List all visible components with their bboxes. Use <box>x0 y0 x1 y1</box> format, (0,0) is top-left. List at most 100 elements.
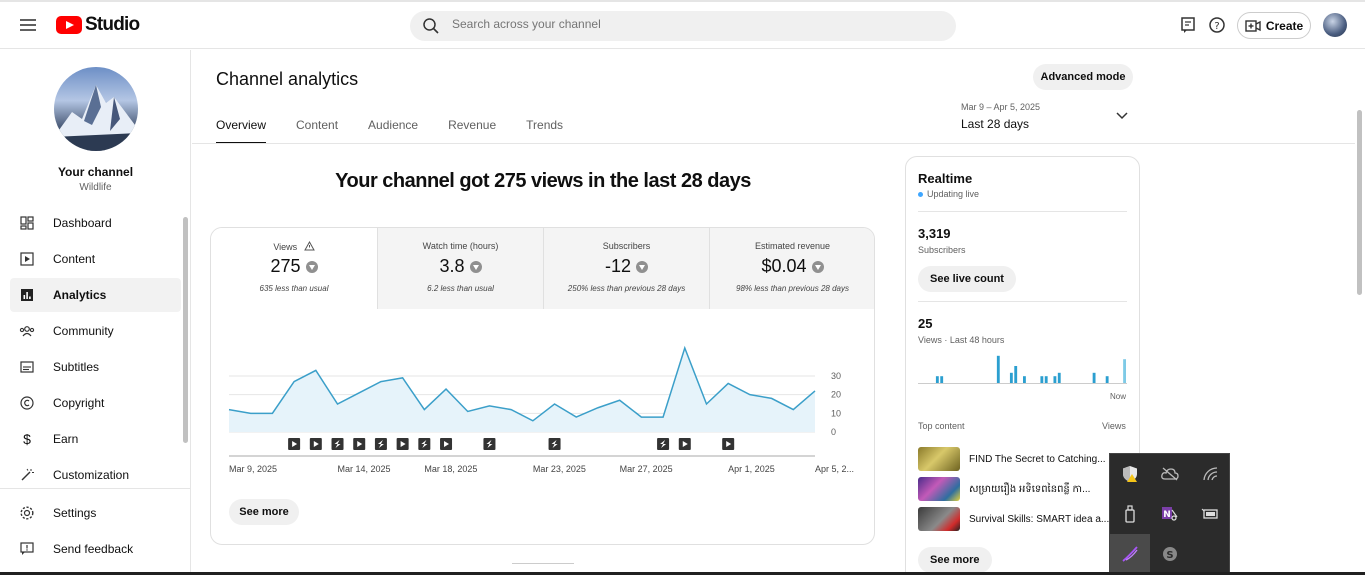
short-upload-marker[interactable] <box>418 438 431 450</box>
y-tick-label: 0 <box>831 427 836 437</box>
warning-icon <box>303 240 315 251</box>
views-chart[interactable]: 0 10 20 30 Mar 9, 2025 Mar 14, 2025 Mar 18, 20… <box>211 328 875 478</box>
x-tick-label: Mar 9, 2025 <box>229 464 277 474</box>
metric-estimated-revenue[interactable]: Estimated revenue $0.04 98% less than pr… <box>709 228 874 309</box>
tray-item-onenote[interactable]: N <box>1150 494 1190 534</box>
tray-item-cloud[interactable] <box>1150 454 1190 494</box>
sidebar-item-analytics[interactable]: Analytics <box>10 278 181 312</box>
tray-item-battery[interactable] <box>1190 494 1230 534</box>
analytics-icon <box>19 287 35 303</box>
search-icon <box>423 18 439 34</box>
realtime-views-chart[interactable] <box>918 353 1127 385</box>
video-upload-marker[interactable] <box>309 438 322 450</box>
sidebar-item-copyright[interactable]: Copyright <box>10 386 181 420</box>
sidebar-item-community[interactable]: Community <box>10 314 181 348</box>
realtime-divider <box>918 301 1127 302</box>
video-upload-marker[interactable] <box>440 438 453 450</box>
video-upload-marker[interactable] <box>396 438 409 450</box>
metric-value: -12 <box>604 256 631 276</box>
svg-text:N: N <box>1163 510 1171 520</box>
x-tick-label: Mar 18, 2025 <box>424 464 477 474</box>
sidebar-item-settings[interactable]: Settings <box>10 496 181 530</box>
tab-audience[interactable]: Audience <box>368 118 418 144</box>
top-content-item[interactable]: សម្រាយរឿង អទិទេពនៃពន្លឺ កា... <box>918 477 1127 501</box>
chevron-down-icon[interactable] <box>1116 112 1128 120</box>
date-range-text[interactable]: Mar 9 – Apr 5, 2025 <box>961 102 1040 112</box>
see-more-button[interactable]: See more <box>229 499 299 525</box>
battery-icon <box>1201 508 1218 519</box>
sidebar-item-label: Subtitles <box>53 360 100 374</box>
feather-pen-icon <box>1122 546 1138 562</box>
video-thumbnail <box>918 447 960 471</box>
realtime-bar <box>1040 376 1044 383</box>
realtime-title: Realtime <box>918 171 973 186</box>
tray-item-skype[interactable]: S <box>1150 534 1190 574</box>
metric-note: 250% less than previous 28 days <box>567 284 686 293</box>
video-upload-marker[interactable] <box>353 438 366 450</box>
realtime-divider <box>918 211 1127 212</box>
y-tick-label: 20 <box>831 390 841 400</box>
youtube-logo-icon <box>56 16 82 34</box>
svg-text:S: S <box>1166 550 1173 561</box>
realtime-bar <box>1057 372 1061 383</box>
channel-name[interactable]: Your channel <box>0 165 191 179</box>
account-avatar[interactable] <box>1323 13 1347 37</box>
video-upload-marker[interactable] <box>288 438 301 450</box>
help-icon[interactable]: ? <box>1208 16 1226 34</box>
sidebar-item-earn[interactable]: $ Earn <box>10 422 181 456</box>
metric-label: Watch time (hours) <box>422 241 499 251</box>
metric-label: Views <box>273 242 298 252</box>
x-tick-label: Mar 14, 2025 <box>338 464 391 474</box>
search-bar[interactable] <box>410 11 956 41</box>
short-upload-marker[interactable] <box>657 438 670 450</box>
video-thumbnail <box>918 507 960 531</box>
short-upload-marker[interactable] <box>331 438 344 450</box>
chart-area-fill <box>229 348 815 432</box>
copyright-icon <box>19 395 35 411</box>
top-content-item[interactable]: Survival Skills: SMART idea a... <box>918 507 1127 531</box>
sidebar-item-customization[interactable]: Customization <box>10 458 181 492</box>
realtime-views-value: 25 <box>918 316 933 331</box>
metric-watch-time[interactable]: Watch time (hours) 3.8 6.2 less than usu… <box>377 228 543 309</box>
tab-content[interactable]: Content <box>296 118 338 144</box>
sidebar-scrollbar[interactable] <box>183 217 188 443</box>
tab-trends[interactable]: Trends <box>526 118 563 144</box>
tab-overview[interactable]: Overview <box>216 118 267 144</box>
tray-item-feather[interactable] <box>1110 534 1150 574</box>
sidebar-item-label: Settings <box>53 506 97 520</box>
studio-logo[interactable]: Studio <box>56 14 140 36</box>
tray-item-security[interactable] <box>1110 454 1150 494</box>
metric-subscribers[interactable]: Subscribers -12 250% less than previous … <box>543 228 709 309</box>
sidebar-item-send-feedback[interactable]: Send feedback <box>10 532 181 566</box>
date-period-label[interactable]: Last 28 days <box>961 117 1029 131</box>
sidebar-item-label: Content <box>53 252 96 266</box>
realtime-subscribers-label: Subscribers <box>918 245 966 255</box>
tray-item-usb[interactable] <box>1110 494 1150 534</box>
menu-icon[interactable] <box>20 19 36 31</box>
realtime-card: Realtime Updating live 3,319 Subscribers… <box>905 156 1140 575</box>
search-input[interactable] <box>452 17 932 31</box>
analytics-tabs: Overview Content Audience Revenue Trends <box>216 118 593 144</box>
video-upload-marker[interactable] <box>722 438 735 450</box>
video-upload-marker[interactable] <box>678 438 691 450</box>
advanced-mode-button[interactable]: Advanced mode <box>1033 64 1133 90</box>
sidebar-item-dashboard[interactable]: Dashboard <box>10 206 181 240</box>
tray-item-wifi[interactable] <box>1190 454 1230 494</box>
top-content-item[interactable]: FIND The Secret to Catching... <box>918 447 1127 471</box>
channel-avatar[interactable] <box>54 67 138 151</box>
short-upload-marker[interactable] <box>374 438 387 450</box>
see-live-count-button[interactable]: See live count <box>918 266 1016 292</box>
sidebar: Your channel Wildlife Dashboard Content … <box>0 50 191 575</box>
top-header: Studio ? Create <box>0 2 1365 49</box>
sidebar-item-subtitles[interactable]: Subtitles <box>10 350 181 384</box>
realtime-see-more-button[interactable]: See more <box>918 547 992 573</box>
create-button[interactable]: Create <box>1237 12 1311 39</box>
metric-views[interactable]: Views 275 635 less than usual <box>211 228 377 309</box>
short-upload-marker[interactable] <box>548 438 561 450</box>
page-scrollbar[interactable] <box>1357 110 1362 295</box>
cloud-offline-icon <box>1161 467 1179 481</box>
feedback-icon[interactable] <box>1180 16 1196 34</box>
short-upload-marker[interactable] <box>483 438 496 450</box>
tab-revenue[interactable]: Revenue <box>448 118 496 144</box>
sidebar-item-content[interactable]: Content <box>10 242 181 276</box>
